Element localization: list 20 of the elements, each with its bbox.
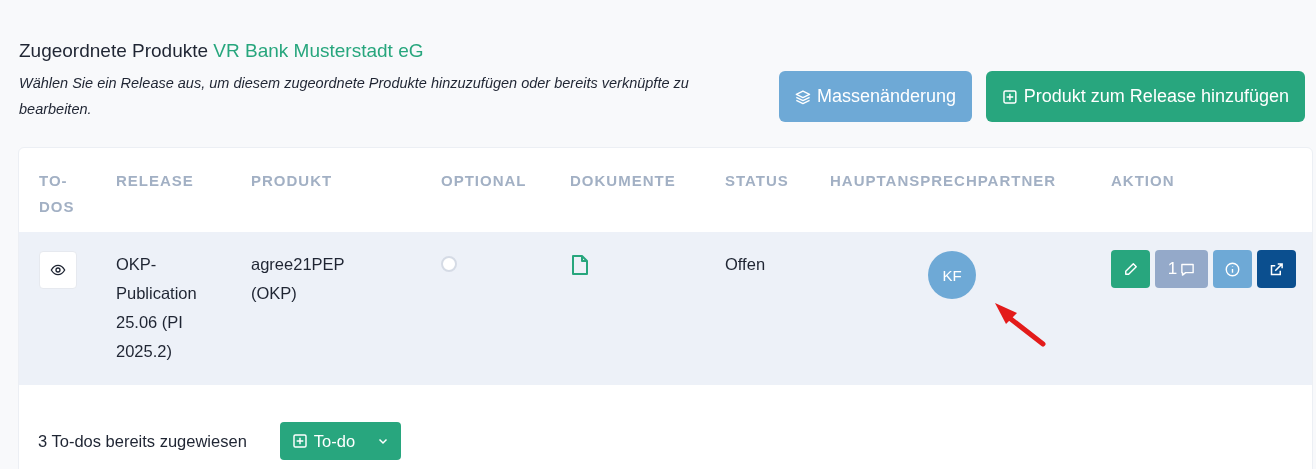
add-product-button[interactable]: Produkt zum Release hinzufügen <box>986 71 1305 122</box>
column-header: AKTION <box>1111 171 1175 191</box>
column-header: STATUS <box>725 171 789 191</box>
bank-name: VR Bank Musterstadt eG <box>213 40 424 61</box>
section-title: Zugeordnete Produkte <box>19 40 209 61</box>
release-cell-text: OKP-Publication 25.06 (PI 2025.2) <box>116 254 198 362</box>
column-header: HAUPTANSPRECHPARTNER <box>830 171 1057 191</box>
column-header: DOKUMENTE <box>570 171 676 191</box>
bulk-edit-button[interactable]: Massenänderung <box>779 71 972 122</box>
status-cell-text: Offen <box>725 254 767 275</box>
column-header: OPTIONAL <box>441 171 527 191</box>
comments-button[interactable]: 1 <box>1155 250 1208 288</box>
product-cell-text: agree21PEP (OKP) <box>251 254 346 304</box>
column-header: PRODUKT <box>251 171 333 191</box>
todo-summary: 3 To-dos bereits zugewiesen <box>38 431 247 451</box>
add-todo-button[interactable]: To-do <box>279 422 402 460</box>
contact-avatar[interactable]: KF <box>928 251 976 299</box>
column-header: TO-DOS <box>39 171 76 217</box>
column-header: RELEASE <box>116 171 194 191</box>
description-text: Wählen Sie ein Release aus, um diesem zugeordnete Produkte hinzuzufügen oder bereits verknüpfte zu bearbeiten. <box>19 74 690 119</box>
